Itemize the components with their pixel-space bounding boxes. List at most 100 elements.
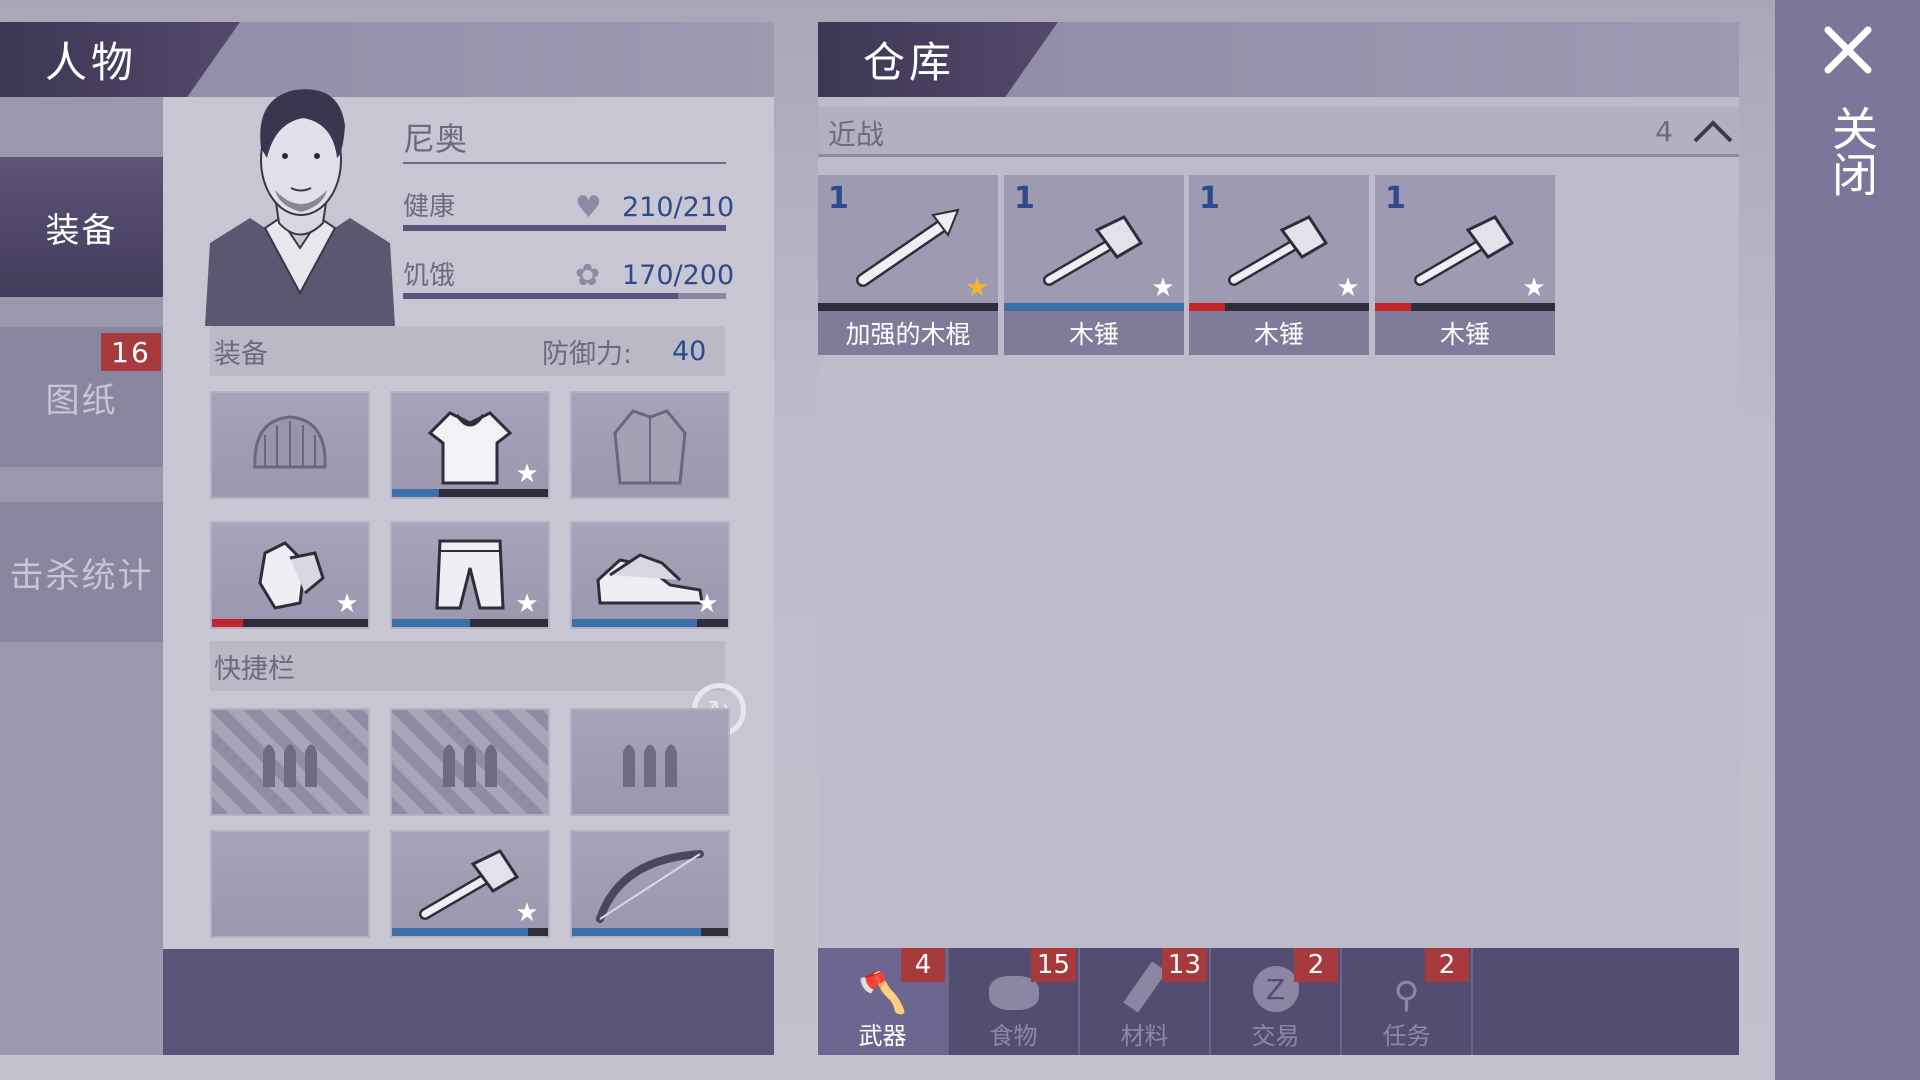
tab-quests[interactable]: ⚲ 任务 2 [1342, 948, 1473, 1055]
close-x-icon[interactable] [1822, 24, 1874, 76]
item-name: 加强的木棍 [818, 311, 998, 355]
tab-label: 任务 [1382, 1022, 1431, 1050]
quickbar-slot-1[interactable] [210, 708, 370, 816]
nav-item-kill-stats[interactable]: 击杀统计 [0, 502, 163, 642]
category-header[interactable]: 近战 4 [818, 107, 1739, 157]
durability-bar [572, 619, 728, 627]
item-name: 木锤 [1189, 311, 1369, 355]
tab-weapons[interactable]: 🪓 武器 4 [818, 948, 949, 1055]
durability-bar [392, 489, 548, 497]
quickbar-slot-4[interactable] [210, 830, 370, 938]
health-bar-fill [403, 225, 726, 231]
chevron-up-icon[interactable] [1691, 117, 1733, 149]
axe-icon: 🪓 [857, 970, 908, 1016]
tab-badge: 2 [1425, 948, 1469, 982]
quickbar-slot-5[interactable]: ★ [390, 830, 550, 938]
durability-fill [212, 619, 244, 627]
star-icon: ★ [335, 589, 359, 619]
tab-label: 武器 [858, 1022, 907, 1050]
item-count: 1 [828, 181, 849, 216]
durability-bar [212, 619, 368, 627]
durability-bar [818, 303, 998, 311]
quickbar-slot-3[interactable] [570, 708, 730, 816]
star-icon: ★ [515, 589, 539, 619]
tab-food[interactable]: 食物 15 [949, 948, 1080, 1055]
ammo-icon [263, 744, 317, 787]
defense-value: 40 [672, 335, 707, 367]
tab-label: 交易 [1251, 1022, 1300, 1050]
wood-log-icon [1122, 961, 1167, 1013]
health-bar [403, 225, 726, 231]
quickbar-slot-2[interactable] [390, 708, 550, 816]
item-name: 木锤 [1004, 311, 1184, 355]
trade-coin-icon: Z [1252, 966, 1299, 1012]
nav-item-blueprints[interactable]: 图纸 16 [0, 327, 163, 467]
durability-bar [572, 928, 728, 936]
hunger-value: 170/200 [622, 260, 735, 291]
star-icon: ★ [515, 459, 539, 489]
tab-trade[interactable]: Z 交易 2 [1211, 948, 1342, 1055]
durability-fill [1375, 303, 1411, 311]
hunger-bar-fill [403, 293, 678, 299]
jacket-icon [613, 408, 687, 484]
tab-badge: 15 [1030, 948, 1076, 982]
pants-icon [435, 539, 505, 609]
nav-item-label: 装备 [45, 210, 118, 251]
tab-badge: 13 [1161, 948, 1207, 982]
blueprint-count-badge: 16 [101, 333, 161, 371]
durability-fill [392, 928, 528, 936]
durability-bar [392, 928, 548, 936]
heart-icon: ♥ [575, 190, 602, 225]
equipment-header: 装备 防御力: 40 [210, 326, 725, 376]
equipment-slot-legs[interactable]: ★ [390, 521, 550, 629]
tab-materials[interactable]: 材料 13 [1080, 948, 1211, 1055]
tab-badge: 2 [1294, 948, 1338, 982]
tab-label: 食物 [989, 1022, 1038, 1050]
durability-fill [572, 928, 702, 936]
durability-fill [1189, 303, 1225, 311]
equipment-slot-hands[interactable]: ★ [210, 521, 370, 629]
beanie-icon [253, 415, 327, 469]
close-label[interactable]: 关闭 [1818, 105, 1879, 197]
tab-label: 材料 [1120, 1022, 1169, 1050]
equipment-slot-torso[interactable]: ★ [390, 391, 550, 499]
durability-fill [572, 619, 697, 627]
equipment-slot-head[interactable] [210, 391, 370, 499]
character-name: 尼奥 [403, 112, 726, 164]
key-icon: ⚲ [1393, 975, 1420, 1016]
wooden-hammer-icon [1228, 215, 1329, 286]
durability-bar [1004, 303, 1184, 311]
bow-icon [596, 850, 704, 923]
health-label: 健康 [403, 192, 456, 222]
gloves-icon [258, 540, 325, 610]
star-icon: ★ [515, 898, 539, 928]
storage-item[interactable]: 1 ★ 木锤 [1189, 175, 1369, 355]
equipment-header-label: 装备 [214, 338, 268, 370]
hoodie-icon [427, 410, 513, 484]
ammo-icon [443, 744, 497, 787]
durability-fill [392, 489, 439, 497]
star-icon: ★ [1336, 273, 1360, 303]
equipment-slot-feet[interactable]: ★ [570, 521, 730, 629]
sneakers-icon [596, 553, 704, 605]
left-nav: 装备 图纸 16 击杀统计 [0, 97, 163, 1055]
storage-item[interactable]: 1 ★ 木锤 [1375, 175, 1555, 355]
item-name: 木锤 [1375, 311, 1555, 355]
nav-item-label: 图纸 [45, 380, 118, 421]
quickbar-slot-6[interactable] [570, 830, 730, 938]
defense-label: 防御力: [542, 338, 633, 370]
star-icon: ★ [965, 273, 989, 303]
wooden-hammer-icon [1043, 215, 1144, 286]
nav-item-equipment[interactable]: 装备 [0, 157, 163, 297]
hunger-label: 饥饿 [403, 261, 456, 291]
category-tabs: 🪓 武器 4 食物 15 材料 13 Z 交易 2 ⚲ 任务 2 [818, 948, 1739, 1055]
storage-item[interactable]: 1 ★ 木锤 [1004, 175, 1184, 355]
reinforced-stick-icon [856, 208, 960, 287]
durability-bar [1189, 303, 1369, 311]
star-icon: ★ [695, 589, 719, 619]
storage-item[interactable]: 1 ★ 加强的木棍 [818, 175, 998, 355]
health-value: 210/210 [622, 192, 735, 223]
stomach-icon: ✿ [575, 258, 601, 293]
equipment-slot-outer[interactable] [570, 391, 730, 499]
character-panel-footer [163, 949, 774, 1055]
